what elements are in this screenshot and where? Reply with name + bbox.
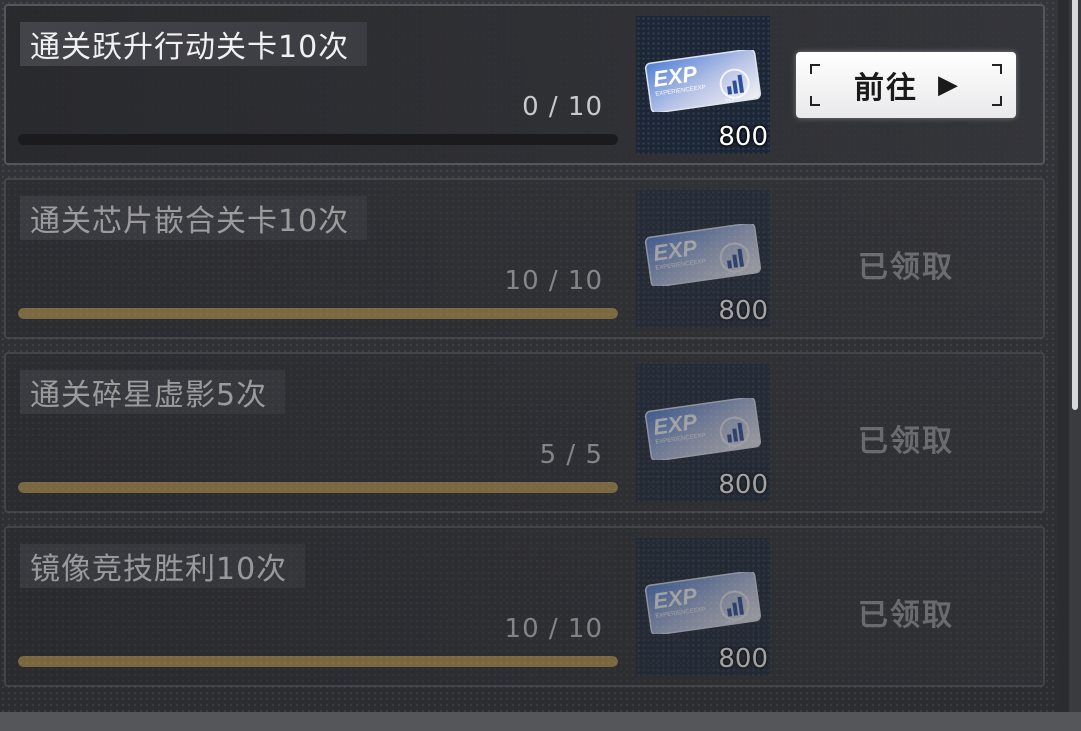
button-corner-decoration [810,96,820,106]
svg-text:›››: ››› [724,443,735,453]
exp-card-icon: EXP EXPERIENCEEXP ››› [644,224,762,286]
progress-bar [18,308,618,319]
task-progress-text: 10 / 10 [504,614,603,644]
go-button[interactable]: 前往 ▶ [796,52,1016,118]
button-corner-decoration [992,64,1002,74]
task-title: 通关碎星虚影5次 [30,378,268,413]
task-title-bg: 通关芯片嵌合关卡10次 [20,196,368,240]
task-progress-text: 10 / 10 [504,266,603,296]
svg-text:›››: ››› [724,95,735,105]
progress-bar [18,482,618,493]
play-triangle-icon: ▶ [938,70,958,100]
claimed-status-label: 已领取 [858,250,954,285]
progress-bar-fill [18,308,618,319]
reward-count: 800 [718,644,768,674]
button-corner-decoration [810,64,820,74]
task-list-panel: 通关跃升行动关卡10次 0 / 10 EXP EXPERIENCEEXP ›››… [0,0,1058,712]
reward-count: 800 [718,470,768,500]
scrollbar[interactable] [1069,0,1081,712]
claimed-status-label: 已领取 [858,424,954,459]
task-title: 通关芯片嵌合关卡10次 [30,204,350,239]
svg-text:›››: ››› [724,617,735,627]
task-progress-text: 0 / 10 [522,92,603,122]
progress-bar-fill [18,482,618,493]
button-corner-decoration [992,96,1002,106]
reward-count: 800 [718,296,768,326]
scrollbar-thumb[interactable] [1072,0,1078,410]
exp-card-icon: EXP EXPERIENCEEXP ››› [644,398,762,460]
progress-bar-fill [18,656,618,667]
exp-card-icon: EXP EXPERIENCEEXP ››› [644,572,762,634]
task-card: 通关碎星虚影5次 5 / 5 EXP EXPERIENCEEXP ››› 800 [4,352,1045,513]
exp-card-icon: EXP EXPERIENCEEXP ››› [644,50,762,112]
claimed-status-label: 已领取 [858,598,954,633]
task-title: 通关跃升行动关卡10次 [30,30,350,65]
reward-item[interactable]: EXP EXPERIENCEEXP ››› 800 [636,364,770,502]
svg-text:›››: ››› [724,269,735,279]
progress-bar [18,656,618,667]
bottom-edge [0,712,1081,731]
reward-item[interactable]: EXP EXPERIENCEEXP ››› 800 [636,16,770,154]
reward-item[interactable]: EXP EXPERIENCEEXP ››› 800 [636,190,770,328]
reward-count: 800 [718,122,768,152]
task-progress-text: 5 / 5 [539,440,603,470]
reward-item[interactable]: EXP EXPERIENCEEXP ››› 800 [636,538,770,676]
task-card: 通关芯片嵌合关卡10次 10 / 10 EXP EXPERIENCEEXP ››… [4,178,1045,339]
task-title: 镜像竞技胜利10次 [30,552,288,587]
task-title-bg: 镜像竞技胜利10次 [20,544,306,588]
go-button-label: 前往 [854,71,918,106]
task-title-bg: 通关跃升行动关卡10次 [20,22,368,66]
progress-bar [18,134,618,145]
task-card: 通关跃升行动关卡10次 0 / 10 EXP EXPERIENCEEXP ›››… [4,4,1045,165]
task-card: 镜像竞技胜利10次 10 / 10 EXP EXPERIENCEEXP ››› … [4,526,1045,687]
task-title-bg: 通关碎星虚影5次 [20,370,286,414]
